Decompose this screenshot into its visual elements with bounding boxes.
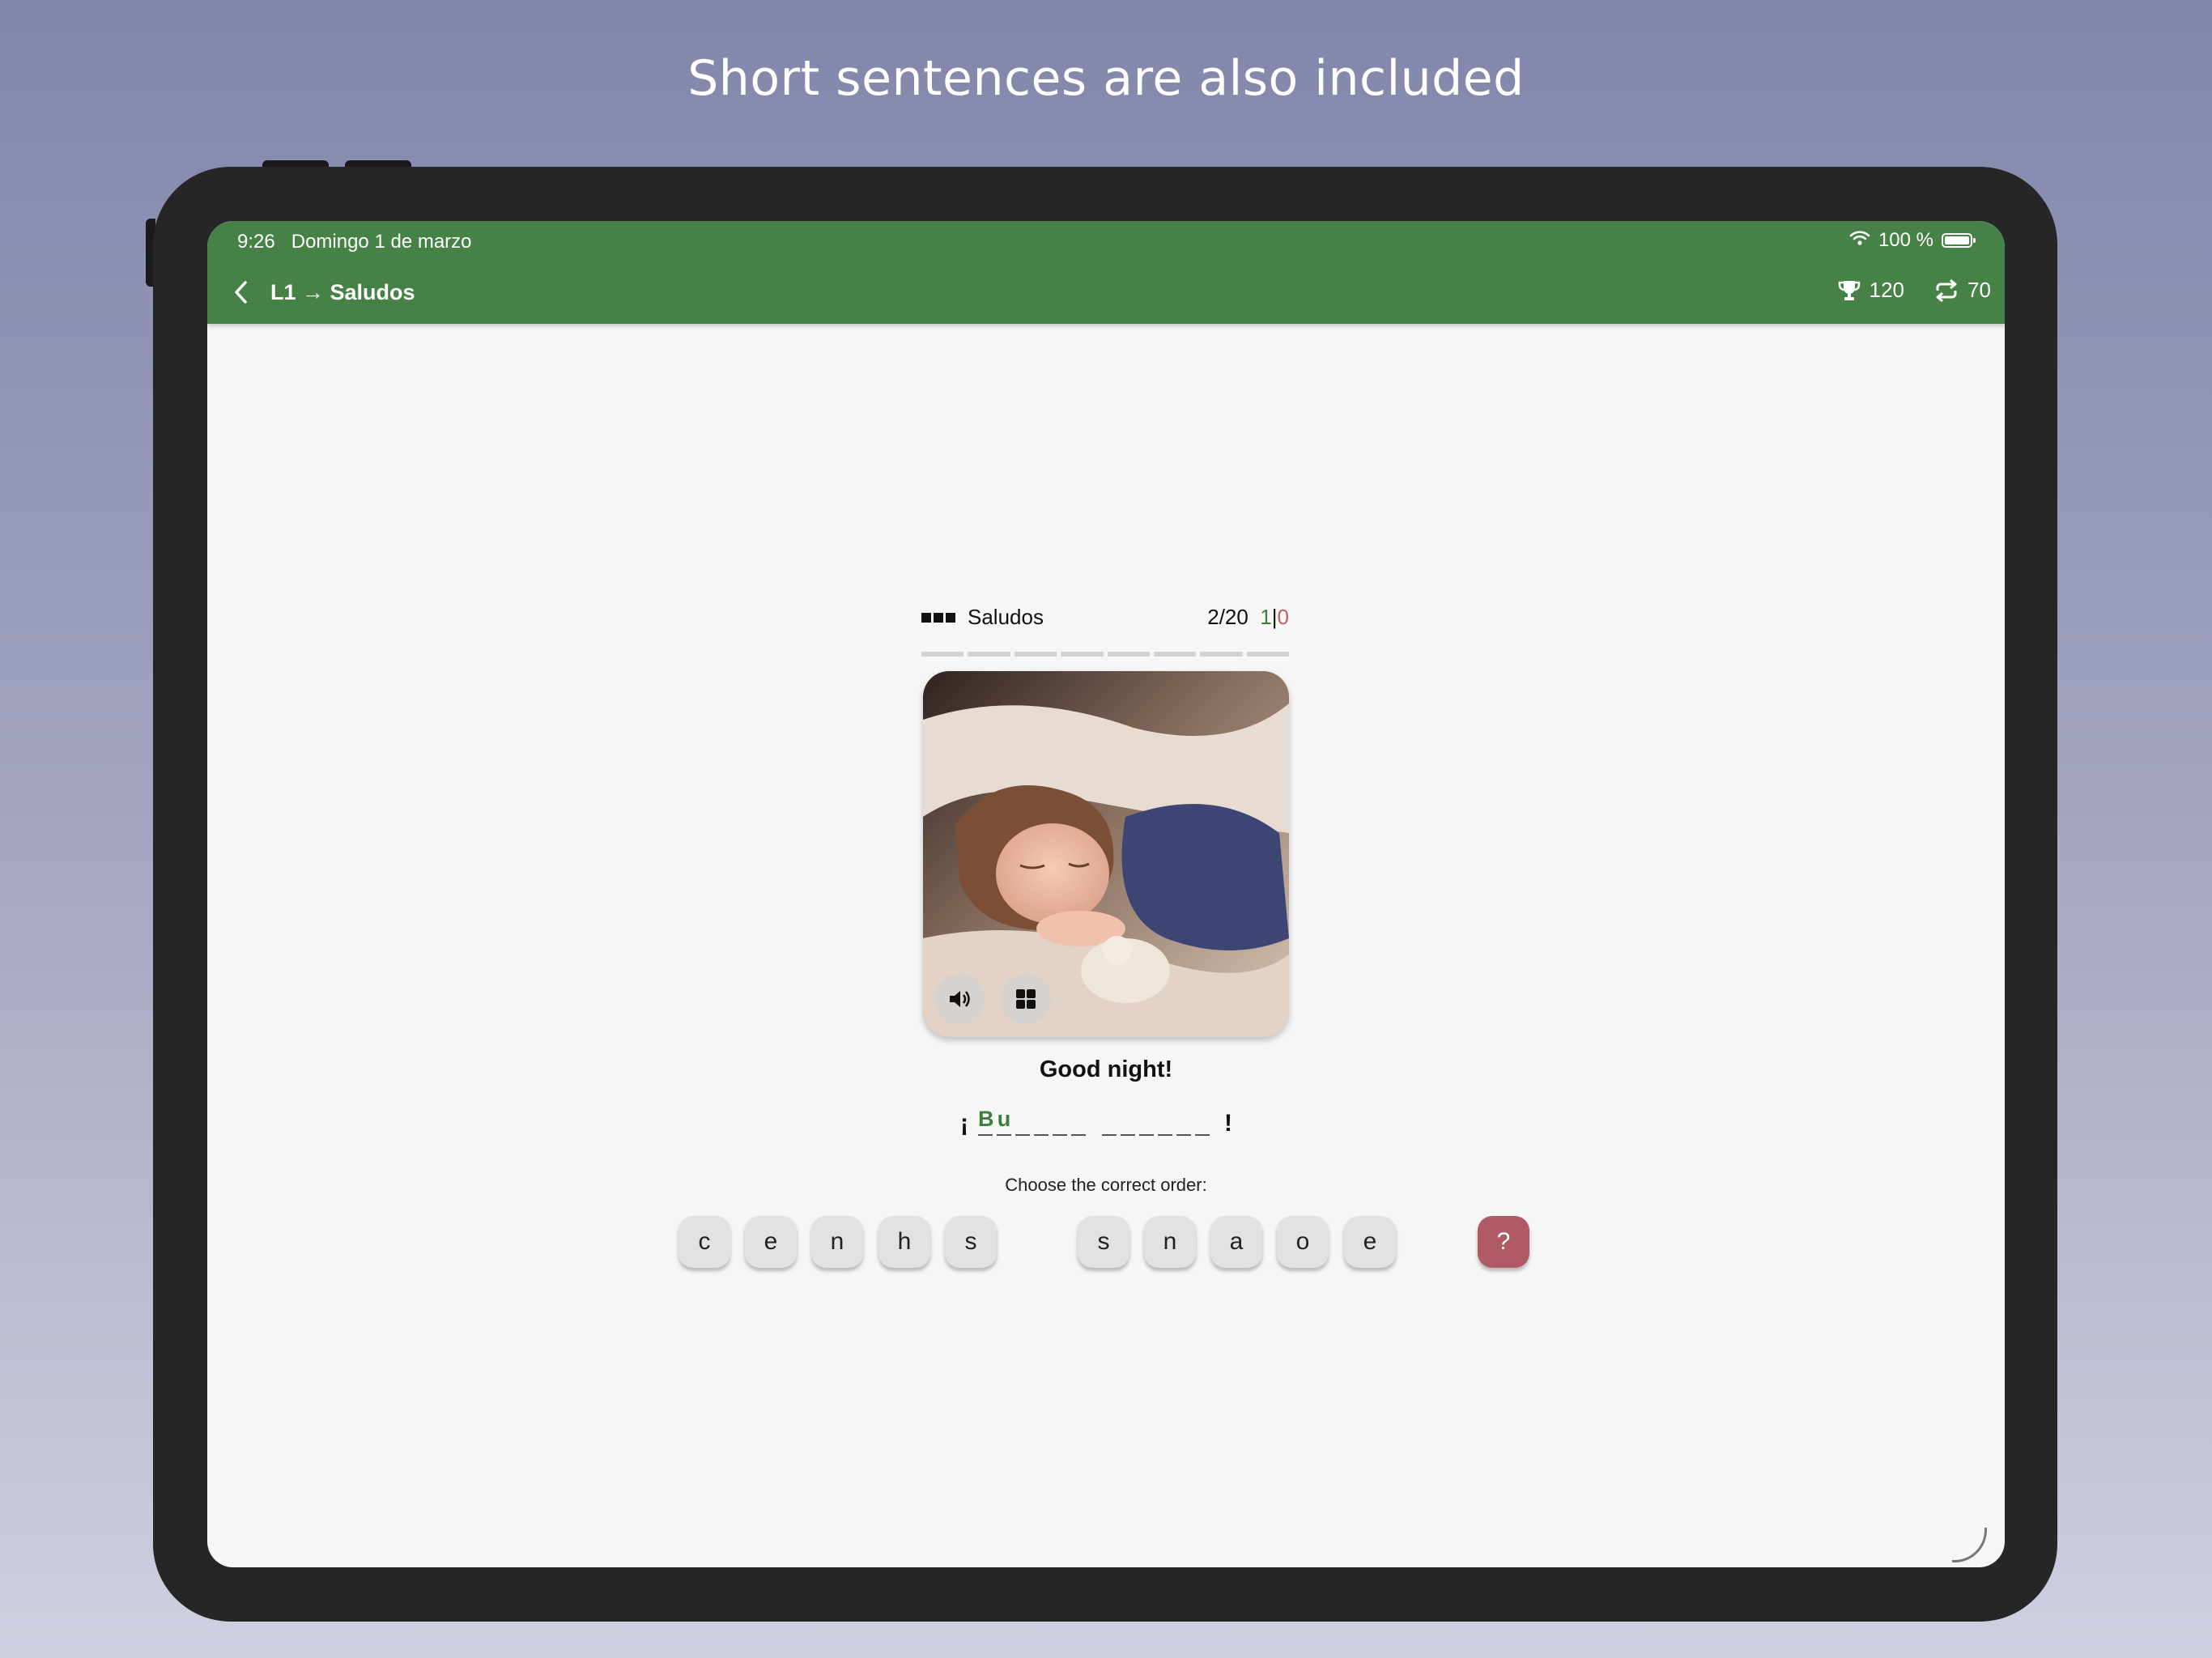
- back-chevron-icon: [235, 281, 247, 304]
- letter-tile[interactable]: o: [1277, 1216, 1329, 1268]
- answer-slot: [1139, 1107, 1154, 1136]
- instruction-text: Choose the correct order:: [1005, 1175, 1207, 1195]
- answer-slot: B: [978, 1107, 994, 1136]
- trophy-stat[interactable]: 120: [1837, 278, 1904, 303]
- answer-area: ¡ B u !: [960, 1103, 1252, 1147]
- letter-tile[interactable]: e: [1344, 1216, 1396, 1268]
- letter-tile[interactable]: n: [1144, 1216, 1196, 1268]
- corner-indicator: [1952, 1528, 1987, 1562]
- trophy-count: 120: [1869, 278, 1904, 302]
- app-bar: 9:26 Domingo 1 de marzo 100 % L1 → Salud…: [207, 221, 2005, 324]
- grid-icon: [1016, 989, 1036, 1009]
- status-indicators: 100 %: [1849, 229, 1976, 252]
- answer-slot: [1053, 1107, 1067, 1136]
- speaker-icon: [950, 991, 970, 1007]
- repeat-count: 70: [1967, 278, 1991, 302]
- repeat-icon: [1936, 278, 1957, 302]
- score-separator: |: [1271, 605, 1278, 629]
- battery-percentage: 100 %: [1878, 229, 1933, 251]
- answer-slot: [1034, 1107, 1049, 1136]
- correct-count: 1: [1260, 605, 1272, 629]
- hint-button[interactable]: ?: [1478, 1216, 1529, 1268]
- letter-tile[interactable]: s: [1078, 1216, 1129, 1268]
- app-screen: 9:26 Domingo 1 de marzo 100 % L1 → Salud…: [207, 221, 2005, 1567]
- battery-icon: [1942, 233, 1976, 248]
- close-punctuation: !: [1224, 1110, 1232, 1137]
- open-punctuation: ¡: [960, 1110, 968, 1137]
- answer-slot: u: [997, 1107, 1011, 1136]
- letter-tile[interactable]: e: [745, 1216, 797, 1268]
- back-button[interactable]: [225, 274, 257, 310]
- answer-slot: [1015, 1107, 1030, 1136]
- topic-label: Saludos: [968, 605, 1044, 629]
- answer-slot: [1158, 1107, 1172, 1136]
- page-title: L1 → Saludos: [270, 280, 415, 304]
- status-time: 9:26: [237, 231, 275, 253]
- progress-segments: [921, 652, 1289, 657]
- grid-button[interactable]: [1001, 974, 1051, 1024]
- letter-tile[interactable]: s: [945, 1216, 997, 1268]
- letter-tile[interactable]: h: [878, 1216, 930, 1268]
- status-bar: 9:26 Domingo 1 de marzo: [237, 231, 472, 253]
- progress-counter: 2/20 1|0: [1207, 605, 1289, 630]
- quiz-header: Saludos 2/20 1|0: [921, 603, 1289, 636]
- trophy-icon: [1838, 280, 1860, 300]
- nav-stats: 120 70: [1837, 278, 2005, 303]
- wifi-icon: [1849, 229, 1870, 252]
- phrase-text: Good night!: [1039, 1056, 1173, 1082]
- letter-tile[interactable]: n: [811, 1216, 863, 1268]
- audio-button[interactable]: [934, 974, 985, 1024]
- answer-slot: [1121, 1107, 1135, 1136]
- answer-slot: [1176, 1107, 1191, 1136]
- repeat-stat[interactable]: 70: [1933, 278, 2005, 303]
- wrong-count: 0: [1277, 605, 1289, 629]
- status-date: Domingo 1 de marzo: [291, 231, 472, 253]
- answer-slot: [1071, 1107, 1086, 1136]
- answer-slot: [1102, 1107, 1117, 1136]
- progress-fraction: 2/20: [1207, 605, 1249, 629]
- answer-slot: [1195, 1107, 1210, 1136]
- letter-tile[interactable]: a: [1210, 1216, 1262, 1268]
- letter-tile[interactable]: c: [678, 1216, 730, 1268]
- headline: Short sentences are also included: [687, 50, 1525, 107]
- level-indicator: [921, 613, 955, 623]
